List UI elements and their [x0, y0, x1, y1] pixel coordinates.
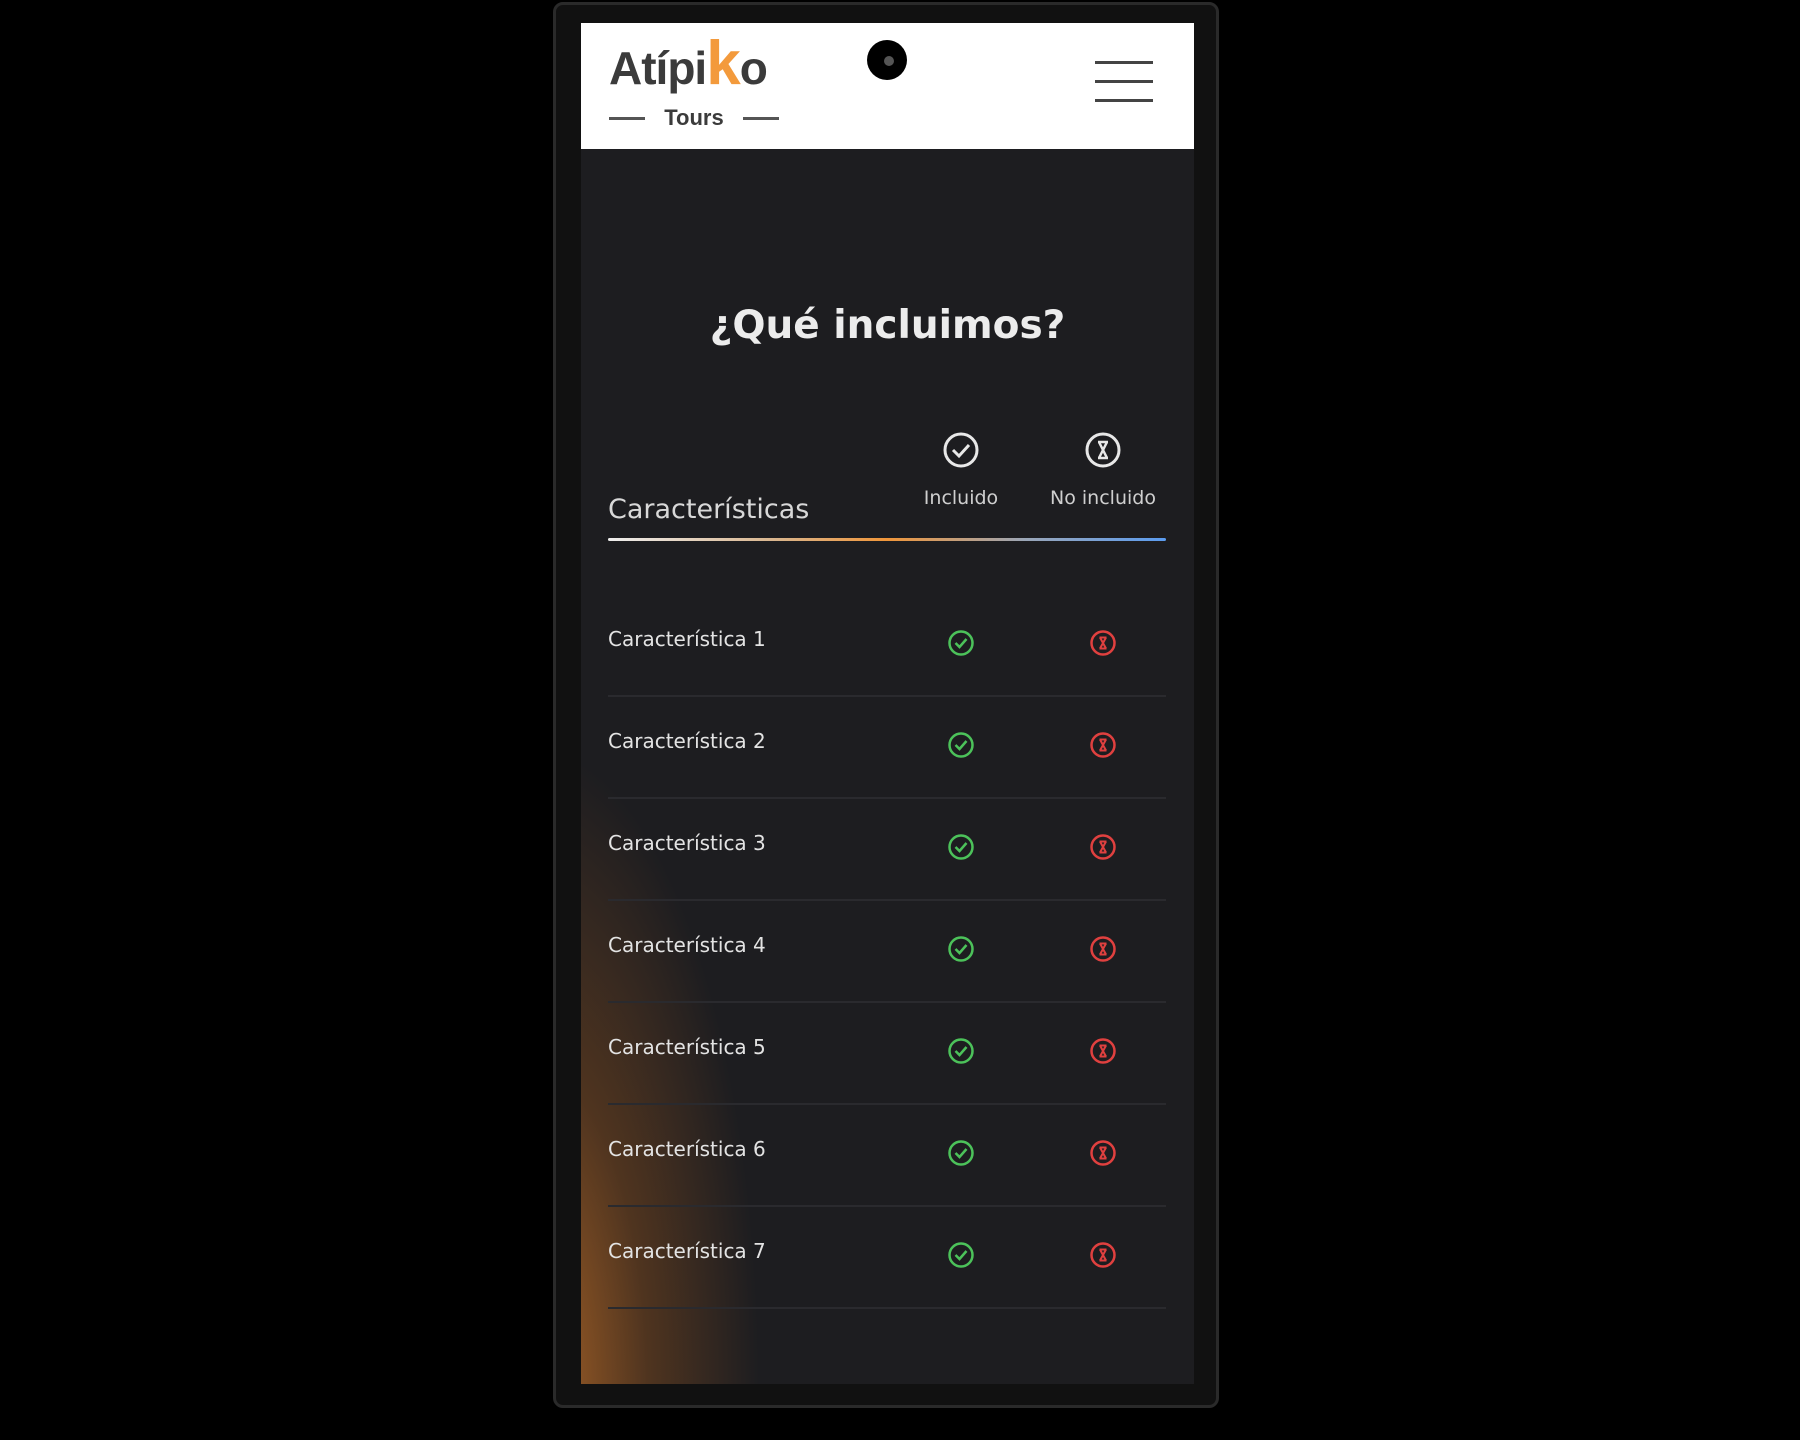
- table-row: Característica 2: [608, 695, 1166, 799]
- x-circle-icon: [1090, 1242, 1116, 1268]
- check-circle-icon: [948, 834, 974, 860]
- check-circle-icon: [948, 732, 974, 758]
- table-row: Característica 4: [608, 899, 1166, 1003]
- feature-label: Característica 7: [608, 1239, 766, 1263]
- feature-label: Característica 6: [608, 1137, 766, 1161]
- logo[interactable]: Atípiko Tours: [609, 33, 784, 137]
- logo-k: k: [706, 29, 740, 98]
- x-circle-icon: [1090, 732, 1116, 758]
- table-row: Característica 6: [608, 1103, 1166, 1207]
- x-circle-icon: [1090, 936, 1116, 962]
- feature-label: Característica 5: [608, 1035, 766, 1059]
- check-circle-icon: [948, 1140, 974, 1166]
- column-included: Incluido: [891, 431, 1031, 509]
- logo-text: Atípiko: [609, 33, 768, 95]
- logo-subtitle: Tours: [609, 105, 779, 131]
- check-circle-icon: [948, 1038, 974, 1064]
- column-label: No incluido: [1050, 487, 1156, 509]
- table-row: Característica 7: [608, 1205, 1166, 1309]
- feature-label: Característica 3: [608, 831, 766, 855]
- check-circle-icon: [948, 630, 974, 656]
- feature-label: Característica 2: [608, 729, 766, 753]
- x-circle-icon: [1090, 1140, 1116, 1166]
- section-title: ¿Qué incluimos?: [709, 303, 1066, 348]
- phone-screen: Atípiko Tours ¿Qué incluimos? Caracterís…: [581, 23, 1194, 1384]
- column-not-included: No incluido: [1033, 431, 1173, 509]
- x-circle-icon: [1090, 834, 1116, 860]
- feature-label: Característica 1: [608, 627, 766, 651]
- logo-sub-text: Tours: [664, 105, 724, 130]
- x-circle-icon: [1090, 630, 1116, 656]
- check-circle-icon: [948, 936, 974, 962]
- x-circle-icon: [1090, 1038, 1116, 1064]
- camera-cutout: [867, 40, 907, 80]
- check-circle-icon: [943, 432, 979, 468]
- logo-end: o: [739, 42, 768, 94]
- table-row: Característica 5: [608, 1001, 1166, 1105]
- hamburger-icon[interactable]: [1095, 61, 1153, 103]
- column-label: Incluido: [923, 487, 999, 509]
- site-header: Atípiko Tours: [581, 23, 1194, 149]
- features-header: Características: [608, 494, 810, 525]
- x-circle-icon: [1085, 432, 1121, 468]
- logo-main-text: Atípi: [609, 42, 707, 94]
- check-circle-icon: [948, 1242, 974, 1268]
- table-row: Característica 1: [608, 593, 1166, 697]
- table-row: Característica 3: [608, 797, 1166, 901]
- header-underline: [608, 538, 1166, 541]
- feature-label: Característica 4: [608, 933, 766, 957]
